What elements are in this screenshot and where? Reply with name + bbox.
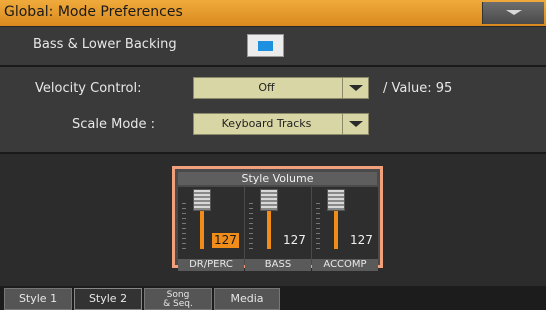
velocity-value-label: / Value: 95: [383, 81, 453, 96]
chevron-down-icon: [342, 78, 368, 98]
page-title: Global: Mode Preferences: [4, 4, 183, 20]
volume-value: 127: [350, 233, 373, 247]
slider-handle[interactable]: [260, 189, 278, 211]
bass-lower-label: Bass & Lower Backing: [33, 37, 177, 52]
velocity-control-value: Off: [258, 81, 275, 94]
title-bar: Global: Mode Preferences: [0, 0, 546, 26]
velocity-control-label: Velocity Control:: [35, 81, 142, 96]
page-menu-button[interactable]: [482, 2, 544, 24]
velocity-control-dropdown[interactable]: Off: [193, 77, 369, 99]
tab-song-seq-line2: & Seq.: [163, 299, 193, 309]
scale-ticks: [316, 203, 320, 249]
slider-fill: [267, 211, 271, 249]
tab-style-1[interactable]: Style 1: [4, 288, 72, 310]
tab-media[interactable]: Media: [214, 288, 280, 310]
volume-value: 127: [283, 233, 306, 247]
slider-handle[interactable]: [193, 189, 211, 211]
scale-mode-dropdown[interactable]: Keyboard Tracks: [193, 113, 369, 135]
checkbox-checked-indicator: [258, 41, 273, 51]
scale-mode-label: Scale Mode :: [72, 117, 156, 132]
chevron-down-icon: [342, 114, 368, 134]
tab-style-2[interactable]: Style 2: [74, 288, 142, 310]
volume-channel-accomp[interactable]: 127: [312, 187, 378, 259]
volume-channel-drperc[interactable]: 127: [178, 187, 244, 259]
style-volume-frame: Style Volume 127 127 127 DR/PERC BASS AC…: [172, 166, 383, 271]
slider-fill: [200, 211, 204, 249]
scale-ticks: [182, 203, 186, 249]
volume-channel-bass[interactable]: 127: [245, 187, 311, 259]
slider-fill: [334, 211, 338, 249]
channel-label-bass: BASS: [245, 259, 311, 271]
scale-mode-value: Keyboard Tracks: [221, 117, 312, 130]
slider-handle[interactable]: [327, 189, 345, 211]
channel-label-accomp: ACCOMP: [312, 259, 378, 271]
channel-label-drperc: DR/PERC: [178, 259, 244, 271]
tab-song-seq[interactable]: Song & Seq.: [144, 288, 212, 310]
chevron-down-icon: [506, 10, 522, 15]
style-volume-title: Style Volume: [178, 172, 377, 185]
volume-value: 127: [212, 233, 239, 248]
bass-lower-checkbox[interactable]: [247, 34, 284, 57]
scale-ticks: [249, 203, 253, 249]
